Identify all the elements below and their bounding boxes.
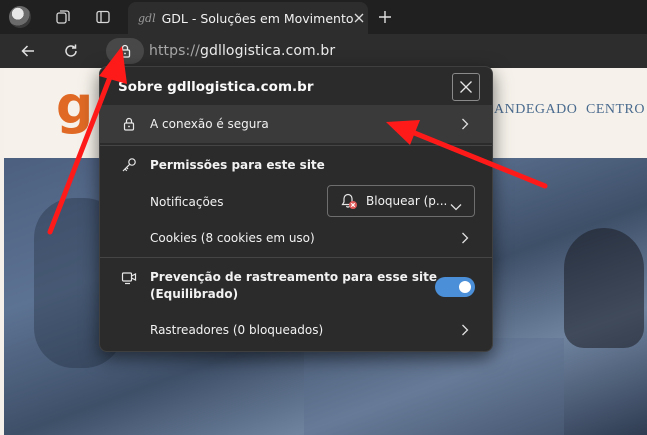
- site-info-popup: Sobre gdllogistica.com.br A conexão é se…: [99, 66, 493, 352]
- trackers-row[interactable]: Rastreadores (0 bloqueados): [100, 317, 492, 343]
- refresh-icon[interactable]: [58, 38, 84, 64]
- tracking-prevention-row: Prevenção de rastreamento para esse site…: [100, 265, 492, 307]
- chevron-right-icon: [458, 117, 472, 131]
- lock-icon: [120, 115, 138, 133]
- chevron-right-icon: [458, 323, 472, 337]
- url-scheme: https://: [149, 43, 200, 59]
- notifications-select-value: Bloquear (p...: [366, 194, 448, 208]
- tab-active[interactable]: gdl GDL - Soluções em Movimento: [128, 2, 368, 34]
- close-icon: [460, 81, 472, 93]
- connection-secure-row[interactable]: A conexão é segura: [100, 105, 492, 143]
- tab-strip: gdl GDL - Soluções em Movimento: [0, 0, 647, 34]
- bell-blocked-icon: [341, 193, 357, 209]
- chevron-down-icon: [450, 196, 462, 215]
- divider: [100, 145, 492, 146]
- address-bar-url[interactable]: https://gdllogistica.com.br: [149, 43, 335, 59]
- permissions-heading: Permissões para este site: [150, 158, 325, 172]
- popup-close-button[interactable]: [452, 73, 480, 101]
- tracking-label-line1: Prevenção de rastreamento para esse site: [150, 270, 438, 284]
- cookies-label: Cookies (8 cookies em uso): [150, 231, 315, 245]
- notifications-select[interactable]: Bloquear (p...: [327, 185, 475, 217]
- toggle-knob: [459, 281, 471, 293]
- tab-title: GDL - Soluções em Movimento: [161, 10, 354, 26]
- back-icon[interactable]: [15, 38, 41, 64]
- divider: [100, 257, 492, 258]
- notifications-label: Notificações: [150, 195, 224, 209]
- tracking-prevention-label: Prevenção de rastreamento para esse site…: [150, 269, 437, 303]
- trackers-label: Rastreadores (0 bloqueados): [150, 323, 324, 337]
- url-host: gdllogistica.com.br: [199, 43, 336, 59]
- popup-title: Sobre gdllogistica.com.br: [118, 79, 314, 95]
- site-info-lock-button[interactable]: [106, 38, 144, 64]
- key-icon: [120, 156, 138, 174]
- profile-avatar[interactable]: [9, 6, 31, 28]
- collections-icon[interactable]: [52, 6, 74, 28]
- cookies-row[interactable]: Cookies (8 cookies em uso): [100, 225, 492, 251]
- tracking-prevention-icon: [120, 269, 138, 287]
- site-logo[interactable]: g: [56, 80, 93, 132]
- lock-icon: [119, 44, 131, 58]
- chevron-right-icon: [458, 231, 472, 245]
- connection-secure-label: A conexão é segura: [150, 117, 269, 131]
- new-tab-icon[interactable]: [374, 6, 396, 28]
- site-nav-item[interactable]: ANDEGADO: [494, 102, 577, 118]
- tracking-prevention-toggle[interactable]: [435, 277, 475, 297]
- site-nav-item[interactable]: CENTRO: [586, 102, 645, 118]
- tab-actions-icon[interactable]: [92, 6, 114, 28]
- tracking-label-line2: (Equilibrado): [150, 287, 239, 301]
- tab-favicon: gdl: [138, 11, 156, 25]
- tab-close-icon[interactable]: [354, 9, 364, 27]
- permissions-heading-row: Permissões para este site: [100, 153, 492, 177]
- browser-toolbar: https://gdllogistica.com.br: [0, 34, 647, 68]
